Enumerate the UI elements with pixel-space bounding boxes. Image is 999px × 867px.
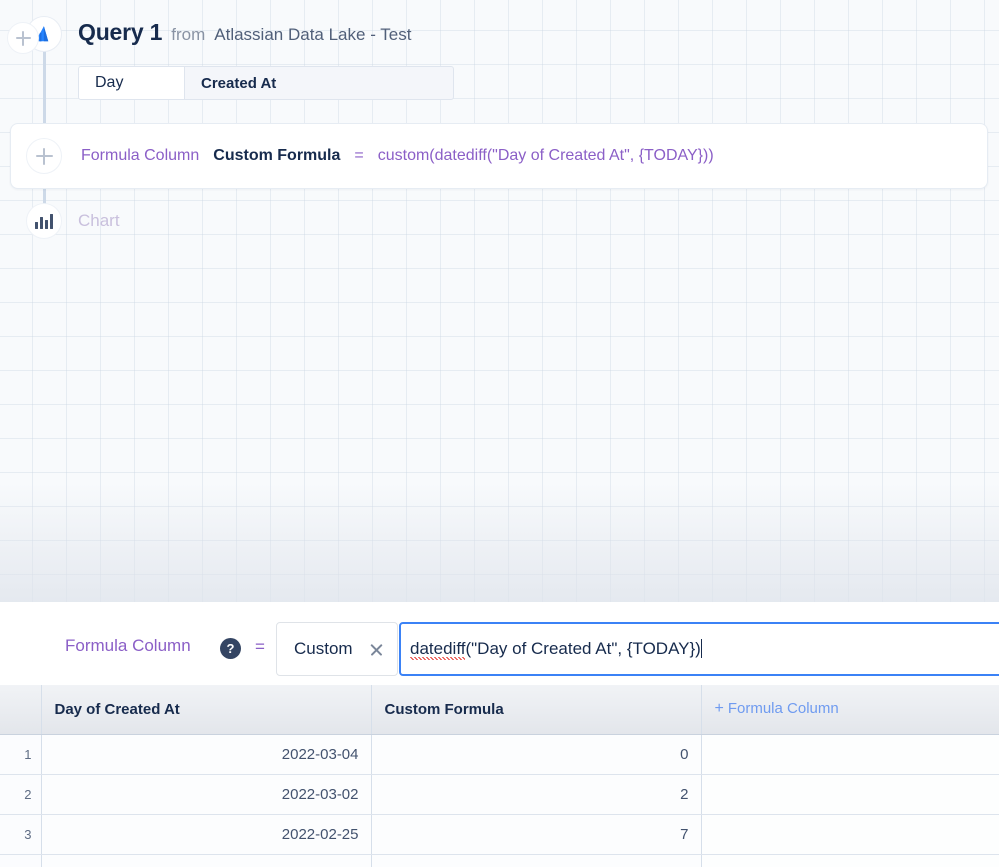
dimension-grain[interactable]: Day [79,67,185,99]
formula-equals-sign: = [354,147,364,164]
table-row[interactable]: 2 2022-03-02 2 [0,774,999,815]
cell-custom-formula: 0 [371,734,702,775]
results-table-body: 1 2022-03-04 0 2 2022-03-02 2 3 2022-02-… [0,734,999,867]
chart-step-node[interactable] [26,203,62,239]
table-row[interactable] [0,854,999,867]
formula-step-label: Formula Column [81,147,200,164]
row-number: 3 [0,814,42,855]
column-header-custom-formula[interactable]: Custom Formula [371,685,702,735]
cell-day-of-created-at: 2022-02-25 [41,814,372,855]
cell-day-of-created-at: 2022-03-02 [41,774,372,815]
table-header-row: Day of Created At Custom Formula + Formul… [0,685,999,735]
cell-empty [701,854,999,867]
help-icon[interactable]: ? [220,638,241,659]
cell-custom-formula: 2 [371,774,702,815]
query-from-label: from [171,25,206,44]
cell-day-of-created-at: 2022-03-04 [41,734,372,775]
query-title[interactable]: Query 1 [78,19,162,46]
formula-expression: custom(datediff("Day of Created At", {TO… [377,147,714,164]
cell-custom-formula: 7 [371,814,702,855]
table-row[interactable]: 1 2022-03-04 0 [0,734,999,775]
close-icon[interactable] [369,642,384,657]
cell-day-of-created-at [41,854,372,867]
row-number-header [0,685,42,735]
add-formula-column-label: Formula Column [727,700,839,718]
table-row[interactable]: 3 2022-02-25 7 [0,814,999,855]
row-number [0,854,42,867]
query-header: Query 1 from Atlassian Data Lake - Test [78,19,411,46]
formula-column-step-card[interactable]: Formula Column Custom Formula = custom(d… [10,123,988,189]
row-number: 1 [0,734,42,775]
cell-empty [701,814,999,855]
query-builder-screen: Query 1 from Atlassian Data Lake - Test … [0,0,999,867]
formula-type-chip[interactable]: Custom [276,622,398,676]
spellcheck-word: datediff [410,639,466,660]
row-number: 2 [0,774,42,815]
results-table: Day of Created At Custom Formula + Formul… [0,685,999,867]
add-formula-column-header-button[interactable]: + Formula Column [701,685,999,735]
dimension-pill[interactable]: Day Created At [78,66,454,100]
chart-step-label[interactable]: Chart [78,211,120,231]
cell-empty [701,774,999,815]
canvas-bottom-shade [0,482,999,602]
formula-type-label: Custom [294,639,353,658]
column-header-day-of-created-at[interactable]: Day of Created At [41,685,372,735]
bar-chart-icon [35,213,53,229]
plus-icon [15,30,31,46]
cell-empty [701,734,999,775]
formula-input-container[interactable]: datediff("Day of Created At", {TODAY}) [399,622,999,676]
add-step-button[interactable] [26,138,62,174]
plus-icon [35,147,53,165]
query-source-name[interactable]: Atlassian Data Lake - Test [214,25,411,45]
formula-input-rest: ("Day of Created At", {TODAY}) [465,639,701,658]
formula-input-text[interactable]: datediff("Day of Created At", {TODAY}) [401,639,703,660]
results-table-header: Day of Created At Custom Formula + Formul… [0,685,999,735]
results-table-container[interactable]: Day of Created At Custom Formula + Formul… [0,685,999,867]
cell-custom-formula [371,854,702,867]
plus-icon: + [714,700,724,718]
editor-add-button[interactable] [7,22,39,54]
editor-formula-column-label: Formula Column [65,636,191,655]
formula-column-name: Custom Formula [213,147,341,164]
text-caret [700,639,703,658]
dimension-field[interactable]: Created At [185,67,453,99]
editor-equals-sign: = [255,637,265,656]
